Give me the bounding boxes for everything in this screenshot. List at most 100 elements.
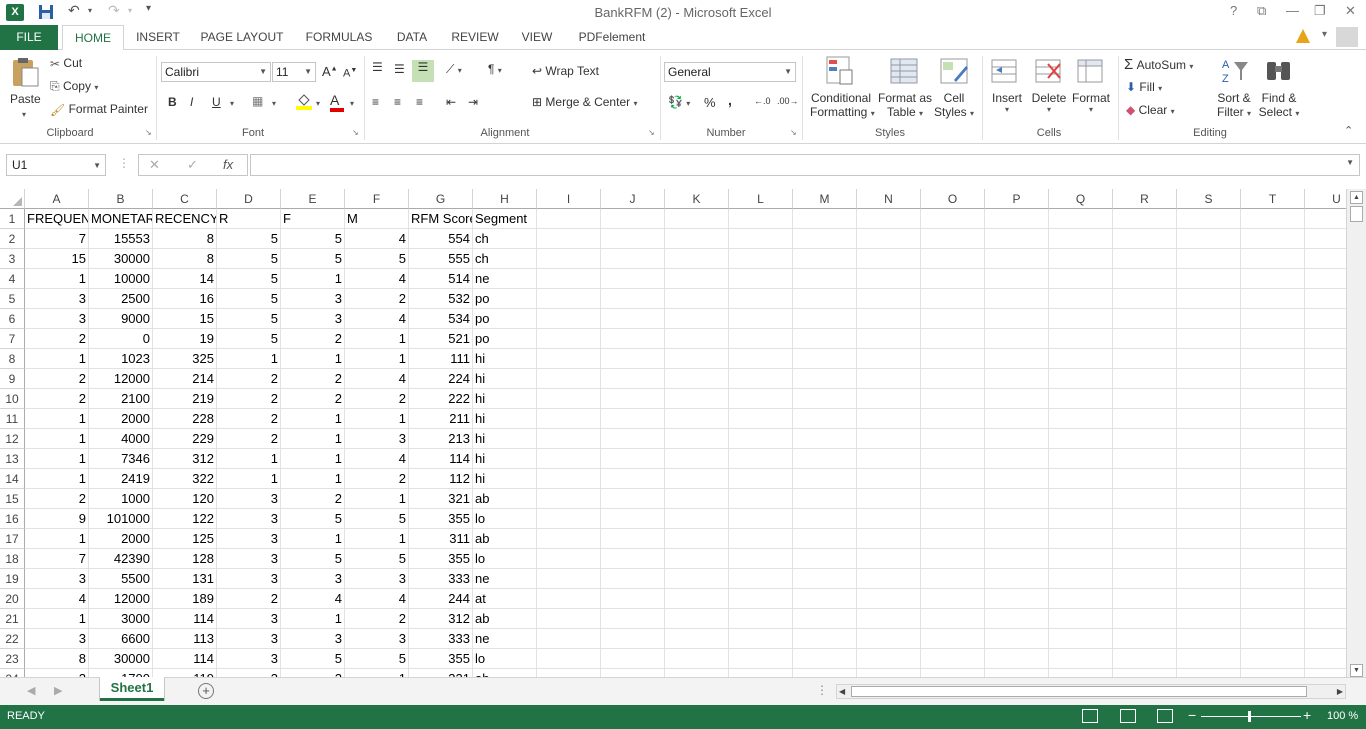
cell-s1[interactable]: [1177, 209, 1241, 229]
row-header[interactable]: 14: [0, 469, 25, 489]
tab-pdfelement[interactable]: PDFelement: [572, 25, 652, 50]
paste-dropdown-icon[interactable]: ▾: [22, 110, 26, 119]
cell-r5[interactable]: [1113, 289, 1177, 309]
cell-m19[interactable]: [793, 569, 857, 589]
cell-u3[interactable]: [1305, 249, 1346, 269]
cell-u17[interactable]: [1305, 529, 1346, 549]
fill-color-dropdown-icon[interactable]: ▾: [316, 99, 320, 108]
column-header-b[interactable]: B: [89, 189, 153, 209]
cell-o17[interactable]: [921, 529, 985, 549]
cell-u22[interactable]: [1305, 629, 1346, 649]
cell-l7[interactable]: [729, 329, 793, 349]
cell-j10[interactable]: [601, 389, 665, 409]
cell-h7[interactable]: po: [473, 329, 537, 349]
cell-m12[interactable]: [793, 429, 857, 449]
cell-a14[interactable]: 1: [25, 469, 89, 489]
cell-k9[interactable]: [665, 369, 729, 389]
cell-k16[interactable]: [665, 509, 729, 529]
number-launcher-icon[interactable]: ↘: [790, 128, 797, 137]
cell-a18[interactable]: 7: [25, 549, 89, 569]
cell-o2[interactable]: [921, 229, 985, 249]
cell-e18[interactable]: 5: [281, 549, 345, 569]
cell-c20[interactable]: 189: [153, 589, 217, 609]
cell-p23[interactable]: [985, 649, 1049, 669]
cell-l5[interactable]: [729, 289, 793, 309]
cell-c4[interactable]: 14: [153, 269, 217, 289]
cell-q18[interactable]: [1049, 549, 1113, 569]
cell-e21[interactable]: 1: [281, 609, 345, 629]
cell-u7[interactable]: [1305, 329, 1346, 349]
cell-a10[interactable]: 2: [25, 389, 89, 409]
row-header[interactable]: 8: [0, 349, 25, 369]
cell-g3[interactable]: 555: [409, 249, 473, 269]
cell-k12[interactable]: [665, 429, 729, 449]
cell-e10[interactable]: 2: [281, 389, 345, 409]
cell-t20[interactable]: [1241, 589, 1305, 609]
underline-button[interactable]: U: [212, 95, 221, 109]
cell-u21[interactable]: [1305, 609, 1346, 629]
cell-r3[interactable]: [1113, 249, 1177, 269]
cell-o24[interactable]: [921, 669, 985, 677]
cell-j2[interactable]: [601, 229, 665, 249]
cell-m11[interactable]: [793, 409, 857, 429]
cell-c9[interactable]: 214: [153, 369, 217, 389]
row-header[interactable]: 20: [0, 589, 25, 609]
cell-p17[interactable]: [985, 529, 1049, 549]
cell-p16[interactable]: [985, 509, 1049, 529]
cell-c5[interactable]: 16: [153, 289, 217, 309]
cell-q12[interactable]: [1049, 429, 1113, 449]
zoom-in-button[interactable]: +: [1303, 707, 1311, 723]
cell-l17[interactable]: [729, 529, 793, 549]
cell-f10[interactable]: 2: [345, 389, 409, 409]
column-header-d[interactable]: D: [217, 189, 281, 209]
cell-o13[interactable]: [921, 449, 985, 469]
cell-t17[interactable]: [1241, 529, 1305, 549]
tab-insert[interactable]: INSERT: [130, 25, 186, 50]
cell-j8[interactable]: [601, 349, 665, 369]
cell-styles-button[interactable]: Cell Styles ▾: [934, 91, 974, 119]
cell-a2[interactable]: 7: [25, 229, 89, 249]
cell-p11[interactable]: [985, 409, 1049, 429]
cell-i17[interactable]: [537, 529, 601, 549]
autosum-button[interactable]: Σ AutoSum ▾: [1124, 56, 1193, 73]
row-header[interactable]: 1: [0, 209, 25, 229]
cell-i19[interactable]: [537, 569, 601, 589]
accounting-format-icon[interactable]: 💱 ▾: [668, 95, 690, 109]
cell-h23[interactable]: lo: [473, 649, 537, 669]
cell-b8[interactable]: 1023: [89, 349, 153, 369]
cell-a20[interactable]: 4: [25, 589, 89, 609]
tab-data[interactable]: DATA: [390, 25, 434, 50]
cell-u9[interactable]: [1305, 369, 1346, 389]
formula-bar-grip-icon[interactable]: ⋮: [118, 156, 130, 170]
cell-n1[interactable]: [857, 209, 921, 229]
column-header-m[interactable]: M: [793, 189, 857, 209]
cell-c10[interactable]: 219: [153, 389, 217, 409]
insert-cells-icon[interactable]: [990, 56, 1022, 88]
vertical-scrollbar[interactable]: ▲ ▼: [1346, 189, 1366, 677]
cell-c6[interactable]: 15: [153, 309, 217, 329]
cell-k24[interactable]: [665, 669, 729, 677]
cell-i10[interactable]: [537, 389, 601, 409]
prev-sheet-icon[interactable]: ◀: [27, 684, 35, 697]
delete-cells-icon[interactable]: [1034, 56, 1066, 88]
cell-s14[interactable]: [1177, 469, 1241, 489]
cell-i18[interactable]: [537, 549, 601, 569]
font-launcher-icon[interactable]: ↘: [352, 128, 359, 137]
cell-e20[interactable]: 4: [281, 589, 345, 609]
cell-d2[interactable]: 5: [217, 229, 281, 249]
conditional-formatting-button[interactable]: Conditional Formatting ▾: [810, 91, 875, 119]
format-as-table-icon[interactable]: [890, 56, 922, 88]
cell-s11[interactable]: [1177, 409, 1241, 429]
cell-d8[interactable]: 1: [217, 349, 281, 369]
cell-l12[interactable]: [729, 429, 793, 449]
cell-m17[interactable]: [793, 529, 857, 549]
grow-font-button[interactable]: A▲: [322, 64, 338, 79]
cell-f5[interactable]: 2: [345, 289, 409, 309]
cell-f3[interactable]: 5: [345, 249, 409, 269]
cell-r23[interactable]: [1113, 649, 1177, 669]
cell-f22[interactable]: 3: [345, 629, 409, 649]
cell-c23[interactable]: 114: [153, 649, 217, 669]
cell-d15[interactable]: 3: [217, 489, 281, 509]
cell-l14[interactable]: [729, 469, 793, 489]
cell-n7[interactable]: [857, 329, 921, 349]
